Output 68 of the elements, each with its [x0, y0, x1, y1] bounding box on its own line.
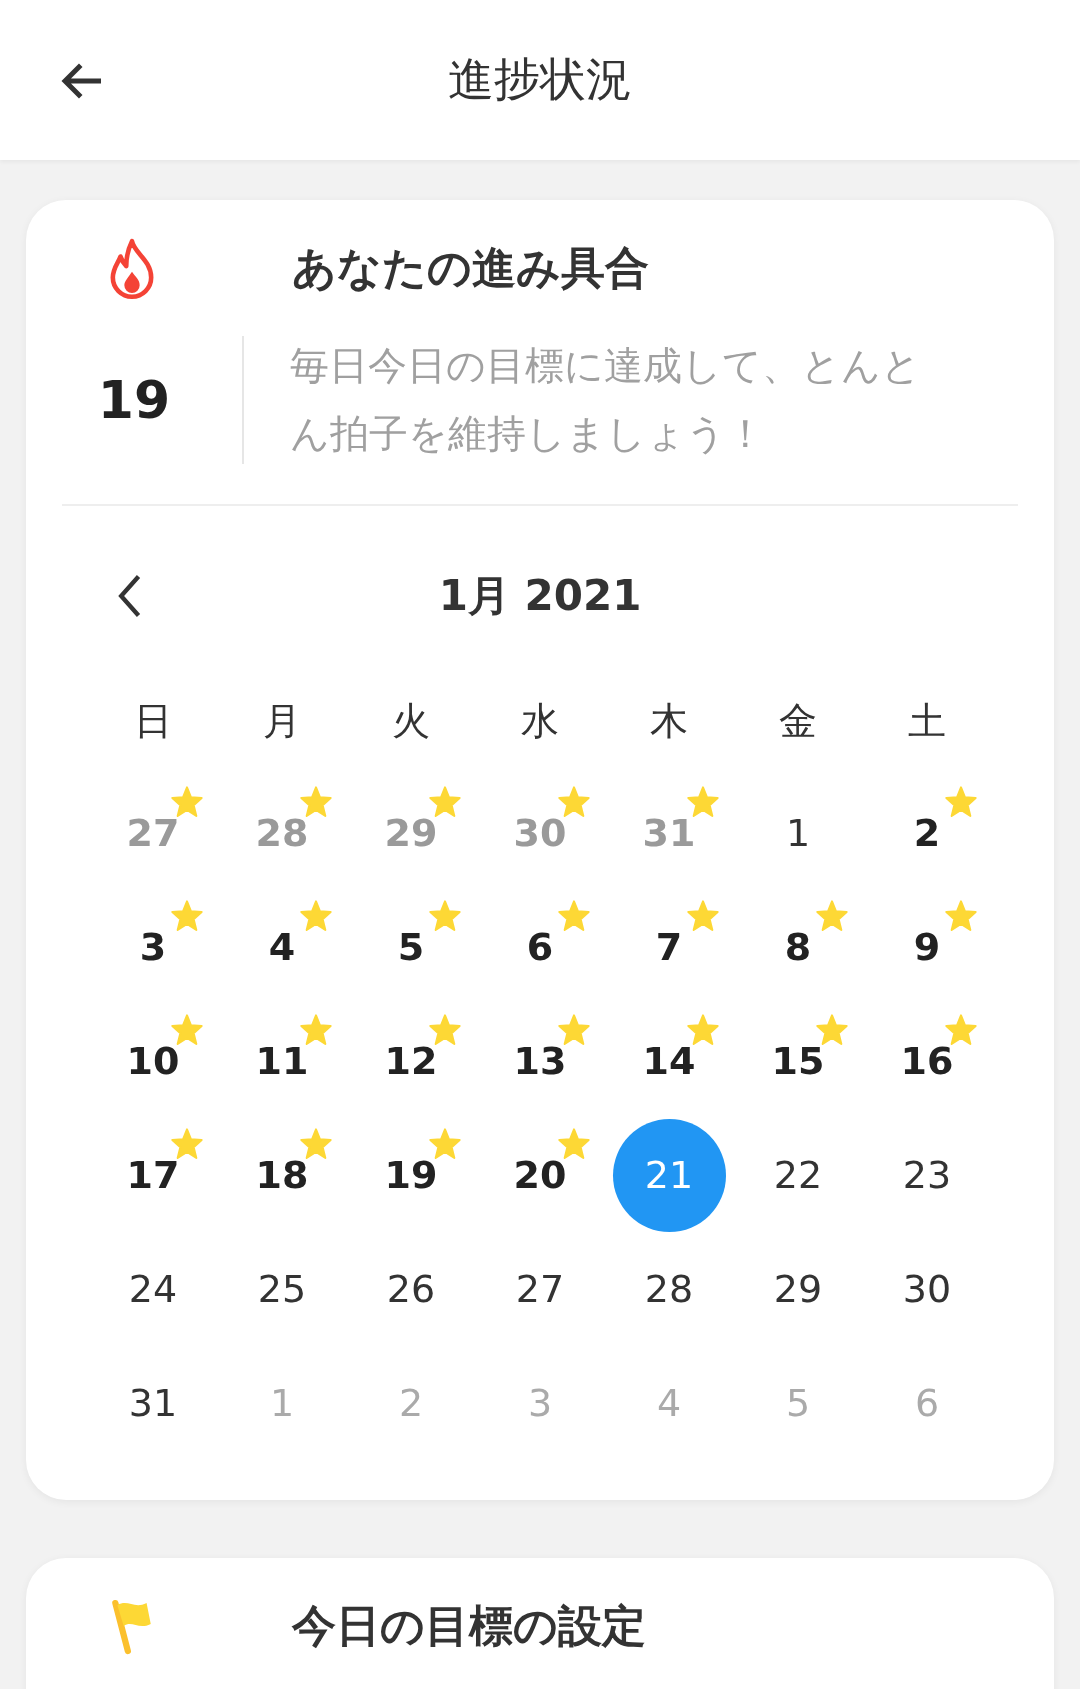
streak-message: 毎日今日の目標に達成して、とんとん拍子を維持しましょう！	[290, 342, 922, 458]
weekday-label: 火	[391, 697, 431, 745]
weekday-label: 月	[262, 697, 302, 745]
month-title: 1月 2021	[438, 570, 642, 622]
star-icon	[299, 786, 332, 818]
calendar-day[interactable]: 1	[785, 811, 811, 855]
card-title: 今日の目標の設定	[292, 1598, 646, 1653]
star-icon	[686, 1014, 719, 1046]
calendar-day[interactable]: 2	[913, 811, 941, 855]
star-icon	[944, 786, 977, 818]
card-title: あなたの進み具合	[292, 240, 649, 295]
calendar-day[interactable]: 24	[128, 1267, 178, 1311]
calendar-day[interactable]: 8	[784, 925, 812, 969]
star-icon	[686, 900, 719, 932]
star-icon	[557, 900, 590, 932]
calendar-day[interactable]: 18	[255, 1153, 309, 1197]
weekday-label: 土	[907, 697, 947, 745]
calendar-day[interactable]: 23	[902, 1153, 952, 1197]
weekday-label: 木	[649, 697, 689, 745]
star-icon	[557, 1128, 590, 1160]
star-icon	[428, 900, 461, 932]
calendar-day[interactable]: 29	[773, 1267, 823, 1311]
calendar-day[interactable]: 4	[268, 925, 296, 969]
calendar-day[interactable]: 10	[126, 1039, 180, 1083]
calendar-day[interactable]: 11	[255, 1039, 309, 1083]
calendar-day[interactable]: 15	[771, 1039, 825, 1083]
calendar-day[interactable]: 30	[902, 1267, 952, 1311]
star-icon	[299, 900, 332, 932]
star-icon	[686, 786, 719, 818]
calendar-day[interactable]: 20	[513, 1153, 567, 1197]
calendar-day[interactable]: 14	[642, 1039, 696, 1083]
star-icon	[815, 1014, 848, 1046]
star-icon	[299, 1014, 332, 1046]
calendar-day[interactable]: 6	[526, 925, 554, 969]
calendar-day[interactable]: 5	[397, 925, 425, 969]
star-icon	[428, 786, 461, 818]
calendar-day[interactable]: 17	[126, 1153, 180, 1197]
streak-count: 19	[96, 370, 172, 430]
calendar-day[interactable]: 19	[384, 1153, 438, 1197]
calendar-day[interactable]: 3	[139, 925, 167, 969]
star-icon	[944, 1014, 977, 1046]
star-icon	[557, 786, 590, 818]
star-icon	[170, 1014, 203, 1046]
star-icon	[170, 1128, 203, 1160]
calendar-day[interactable]: 28	[644, 1267, 694, 1311]
calendar-day[interactable]: 22	[773, 1153, 823, 1197]
calendar-day[interactable]: 26	[386, 1267, 436, 1311]
weekday-label: 水	[520, 697, 560, 745]
star-icon	[815, 900, 848, 932]
calendar-day[interactable]: 9	[913, 925, 941, 969]
calendar-day[interactable]: 12	[384, 1039, 438, 1083]
calendar-day[interactable]: 13	[513, 1039, 567, 1083]
calendar-day[interactable]: 25	[257, 1267, 307, 1311]
star-icon	[170, 900, 203, 932]
star-icon	[428, 1128, 461, 1160]
calendar-day[interactable]: 7	[655, 925, 683, 969]
star-icon	[944, 900, 977, 932]
calendar-day[interactable]: 16	[900, 1039, 954, 1083]
star-icon	[428, 1014, 461, 1046]
weekday-label: 金	[778, 697, 818, 745]
calendar-day[interactable]: 31	[128, 1381, 178, 1425]
star-icon	[170, 786, 203, 818]
page-title: 進捗状況	[448, 51, 632, 108]
star-icon	[299, 1128, 332, 1160]
calendar-day[interactable]: 27	[515, 1267, 565, 1311]
star-icon	[557, 1014, 590, 1046]
flame-icon	[109, 236, 155, 300]
weekday-label: 日	[133, 697, 173, 745]
